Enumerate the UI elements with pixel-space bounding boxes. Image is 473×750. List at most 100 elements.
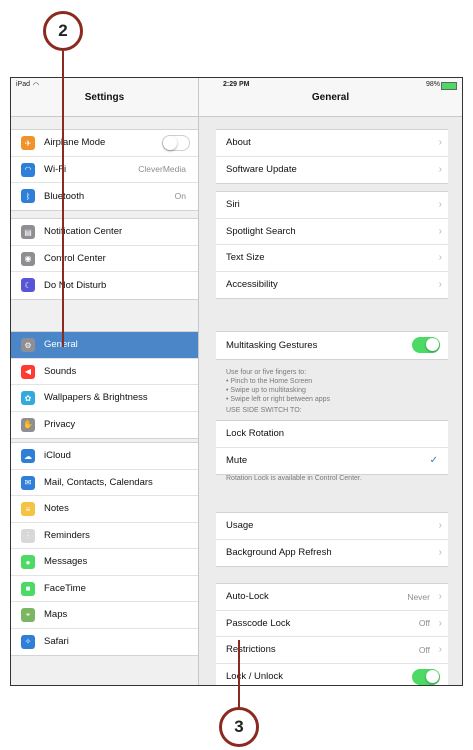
sidebar-item-reminders[interactable]: ⋮ Reminders xyxy=(11,523,198,549)
sidebar-item-wi-fi[interactable]: ◠ Wi-Fi CleverMedia xyxy=(11,157,198,183)
chevron-right-icon: › xyxy=(438,137,442,149)
row-label: Mute xyxy=(226,455,248,467)
status-bar: iPad ◠ 2:29 PM 98% xyxy=(11,78,462,92)
left-group: ⚙ General ◀ Sounds ✿ Wallpapers & Brightness ✋… xyxy=(11,331,198,439)
multitasking-gestures-toggle[interactable] xyxy=(412,337,440,353)
toggle-knob xyxy=(426,669,439,683)
sidebar-item-safari[interactable]: ✧ Safari xyxy=(11,629,198,656)
row-label: Privacy xyxy=(44,419,76,431)
setting-background-app-refresh[interactable]: Background App Refresh › xyxy=(216,540,448,567)
row-label: Lock / Unlock xyxy=(226,671,284,683)
sidebar-item-bluetooth[interactable]: ᛒ Bluetooth On xyxy=(11,183,198,210)
sidebar-item-privacy[interactable]: ✋ Privacy xyxy=(11,412,198,439)
toggle-knob xyxy=(163,136,177,150)
setting-spotlight-search[interactable]: Spotlight Search › xyxy=(216,219,448,245)
setting-restrictions[interactable]: Restrictions Off › xyxy=(216,637,448,664)
gear-icon: ⚙ xyxy=(21,338,35,352)
sidebar-title: Settings xyxy=(84,92,125,103)
row-label: Wallpapers & Brightness xyxy=(44,392,148,404)
bluetooth-icon: ᛒ xyxy=(21,189,35,203)
row-value: Off xyxy=(418,644,430,655)
row-label: Reminders xyxy=(44,529,90,541)
row-label: Restrictions xyxy=(226,644,276,656)
setting-text-size[interactable]: Text Size › xyxy=(216,245,448,272)
chevron-right-icon: › xyxy=(438,279,442,291)
wifi-status-icon: ◠ xyxy=(33,82,40,89)
row-value: Off xyxy=(418,618,430,629)
setting-lock-unlock[interactable]: Lock / Unlock xyxy=(216,664,448,686)
chevron-right-icon: › xyxy=(438,199,442,211)
setting-multitasking-gestures[interactable]: Multitasking Gestures xyxy=(216,332,448,359)
note-line: • Pinch to the Home Screen xyxy=(226,378,313,385)
toggle-knob xyxy=(426,338,439,351)
right-group: Multitasking Gestures xyxy=(216,331,448,360)
lock-unlock-toggle[interactable] xyxy=(412,668,440,685)
right-group: Auto-Lock Never › Passcode Lock Off › Restrict… xyxy=(216,583,448,686)
row-label: General xyxy=(44,339,78,351)
setting-usage[interactable]: Usage › xyxy=(216,513,448,540)
chevron-right-icon: › xyxy=(438,252,442,264)
chevron-right-icon: › xyxy=(438,164,442,176)
notes-icon: ≡ xyxy=(21,502,35,516)
row-label: Safari xyxy=(44,636,69,648)
chevron-right-icon: › xyxy=(438,644,442,656)
airplane-mode-toggle[interactable] xyxy=(162,135,190,151)
sidebar-item-control-center[interactable]: ◉ Control Center xyxy=(11,246,198,272)
row-label: Notification Center xyxy=(44,226,123,238)
sidebar-item-notes[interactable]: ≡ Notes xyxy=(11,496,198,523)
sidebar-item-mail-contacts-calendars[interactable]: ✉ Mail, Contacts, Calendars xyxy=(11,470,198,496)
right-group: Lock Rotation Mute ✓ xyxy=(216,420,448,475)
cloud-icon: ☁ xyxy=(21,449,35,463)
callout-2-line xyxy=(62,51,64,347)
left-group: ☁ iCloud ✉ Mail, Contacts, Calendars ≡ Notes ⋮… xyxy=(11,442,198,656)
right-group: About › Software Update › xyxy=(216,129,448,184)
sidebar-item-messages[interactable]: ● Messages xyxy=(11,549,198,576)
note-line: • Swipe up to multitasking xyxy=(226,387,306,394)
sidebar-item-wallpapers-brightness[interactable]: ✿ Wallpapers & Brightness xyxy=(11,385,198,412)
callout-3-line xyxy=(238,640,240,710)
settings-sidebar: Settings ✈ Airplane Mode ◠ Wi-Fi CleverMedia… xyxy=(11,78,199,685)
sidebar-item-sounds[interactable]: ◀ Sounds xyxy=(11,359,198,385)
callout-3: 3 xyxy=(219,707,259,747)
notification-center-icon: ▤ xyxy=(21,225,35,239)
setting-auto-lock[interactable]: Auto-Lock Never › xyxy=(216,584,448,611)
sidebar-item-maps[interactable]: ⌖ Maps xyxy=(11,602,198,629)
row-label: Do Not Disturb xyxy=(44,279,107,291)
reminders-icon: ⋮ xyxy=(21,528,35,543)
sidebar-item-facetime[interactable]: ■ FaceTime xyxy=(11,576,198,602)
row-label: iCloud xyxy=(44,450,71,462)
time-label: 2:29 PM xyxy=(223,81,250,88)
checkmark-icon: ✓ xyxy=(429,455,438,467)
wallpaper-icon: ✿ xyxy=(21,391,35,405)
setting-accessibility[interactable]: Accessibility › xyxy=(216,272,448,299)
sidebar-item-notification-center[interactable]: ▤ Notification Center xyxy=(11,219,198,246)
hand-icon: ✋ xyxy=(21,417,35,432)
setting-lock-rotation[interactable]: Lock Rotation xyxy=(216,421,448,448)
row-label: Messages xyxy=(44,556,88,568)
wifi-icon: ◠ xyxy=(21,162,35,177)
ipad-screen: Settings ✈ Airplane Mode ◠ Wi-Fi CleverMedia… xyxy=(10,77,463,686)
sidebar-item-general[interactable]: ⚙ General xyxy=(11,332,198,359)
setting-mute[interactable]: Mute ✓ xyxy=(216,448,448,475)
row-value: CleverMedia xyxy=(138,164,186,175)
speaker-icon: ◀ xyxy=(21,364,35,379)
chevron-right-icon: › xyxy=(438,520,442,532)
row-label: Lock Rotation xyxy=(226,428,285,440)
row-label: Text Size xyxy=(226,252,265,264)
sidebar-item-airplane-mode[interactable]: ✈ Airplane Mode xyxy=(11,130,198,157)
setting-siri[interactable]: Siri › xyxy=(216,192,448,219)
side-switch-header: USE SIDE SWITCH TO: xyxy=(226,407,302,414)
sidebar-item-icloud[interactable]: ☁ iCloud xyxy=(11,443,198,470)
row-label: FaceTime xyxy=(44,582,86,594)
rotation-note: Rotation Lock is available in Control Ce… xyxy=(226,475,362,482)
setting-about[interactable]: About › xyxy=(216,130,448,157)
setting-software-update[interactable]: Software Update › xyxy=(216,157,448,184)
map-icon: ⌖ xyxy=(21,608,35,622)
moon-icon: ☾ xyxy=(21,278,35,292)
setting-passcode-lock[interactable]: Passcode Lock Off › xyxy=(216,611,448,637)
messages-icon: ● xyxy=(21,555,35,569)
left-group: ▤ Notification Center ◉ Control Center ☾ Do N… xyxy=(11,218,198,300)
sidebar-item-do-not-disturb[interactable]: ☾ Do Not Disturb xyxy=(11,272,198,299)
row-label: Notes xyxy=(44,503,69,515)
chevron-right-icon: › xyxy=(438,617,442,629)
